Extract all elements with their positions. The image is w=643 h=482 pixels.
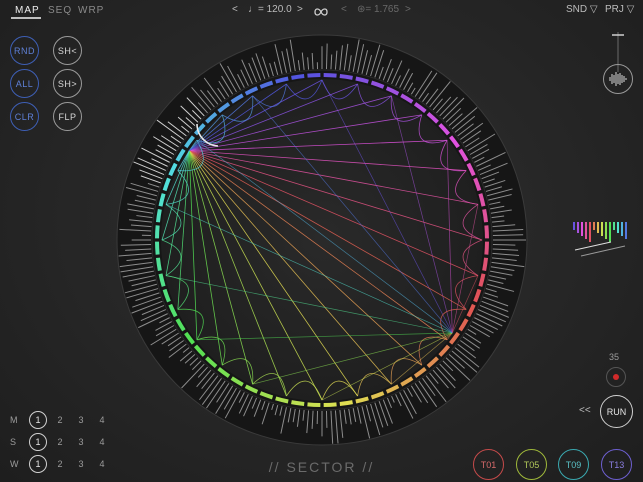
- mini-meter-bar: [581, 222, 583, 236]
- mini-meter-bar: [601, 222, 603, 236]
- color-arc-segment: [484, 225, 489, 239]
- count-label: 35: [609, 352, 620, 362]
- color-arc-segment: [155, 225, 160, 239]
- mini-mixer-visualizer[interactable]: [571, 220, 633, 262]
- record-button[interactable]: [606, 367, 626, 387]
- color-arc-segment: [482, 209, 489, 223]
- mini-meter-bar: [593, 222, 595, 230]
- spectrum-bar: [325, 43, 328, 70]
- color-arc-segment: [323, 402, 337, 407]
- track-t13-button[interactable]: T13: [601, 449, 632, 480]
- sector-map[interactable]: [0, 0, 643, 482]
- track-t05-button[interactable]: T05: [516, 449, 547, 480]
- mini-meter-bar: [625, 222, 627, 239]
- waveform-icon: [609, 72, 627, 86]
- mini-meter-bar: [617, 222, 619, 233]
- record-icon: [613, 374, 619, 380]
- color-arc-segment: [155, 257, 162, 271]
- mini-meter-bar: [585, 222, 587, 239]
- rewind-button[interactable]: <<: [579, 405, 591, 416]
- waveform-button[interactable]: [603, 64, 633, 94]
- color-arc-segment: [482, 257, 489, 271]
- mini-meter-bar: [621, 222, 623, 236]
- color-arc-segment: [339, 400, 353, 407]
- mini-meter-bar: [577, 222, 579, 233]
- color-arc-segment: [307, 402, 321, 407]
- mini-meter-bar: [605, 222, 607, 239]
- track-t09-button[interactable]: T09: [558, 449, 589, 480]
- mini-fader-line: [574, 241, 612, 251]
- color-arc-segment: [155, 241, 160, 255]
- color-arc-segment: [155, 209, 162, 223]
- mini-meter-bar: [609, 222, 611, 242]
- ring-group: [116, 34, 528, 446]
- mini-meter-bar: [597, 222, 599, 233]
- color-arc-segment: [291, 400, 305, 407]
- color-arc-segment: [323, 73, 337, 78]
- color-arc-segment: [484, 241, 489, 255]
- mini-meter-bar: [589, 222, 591, 242]
- color-arc-segment: [291, 73, 305, 80]
- spectrum-bar: [492, 243, 516, 246]
- track-t01-button[interactable]: T01: [473, 449, 504, 480]
- inner-disc: [161, 79, 483, 401]
- color-arc-segment: [339, 73, 353, 80]
- color-arc-segment: [307, 73, 321, 78]
- run-button[interactable]: RUN: [600, 395, 633, 428]
- mini-meter-bar: [613, 222, 615, 230]
- mini-meter-bar: [573, 222, 575, 230]
